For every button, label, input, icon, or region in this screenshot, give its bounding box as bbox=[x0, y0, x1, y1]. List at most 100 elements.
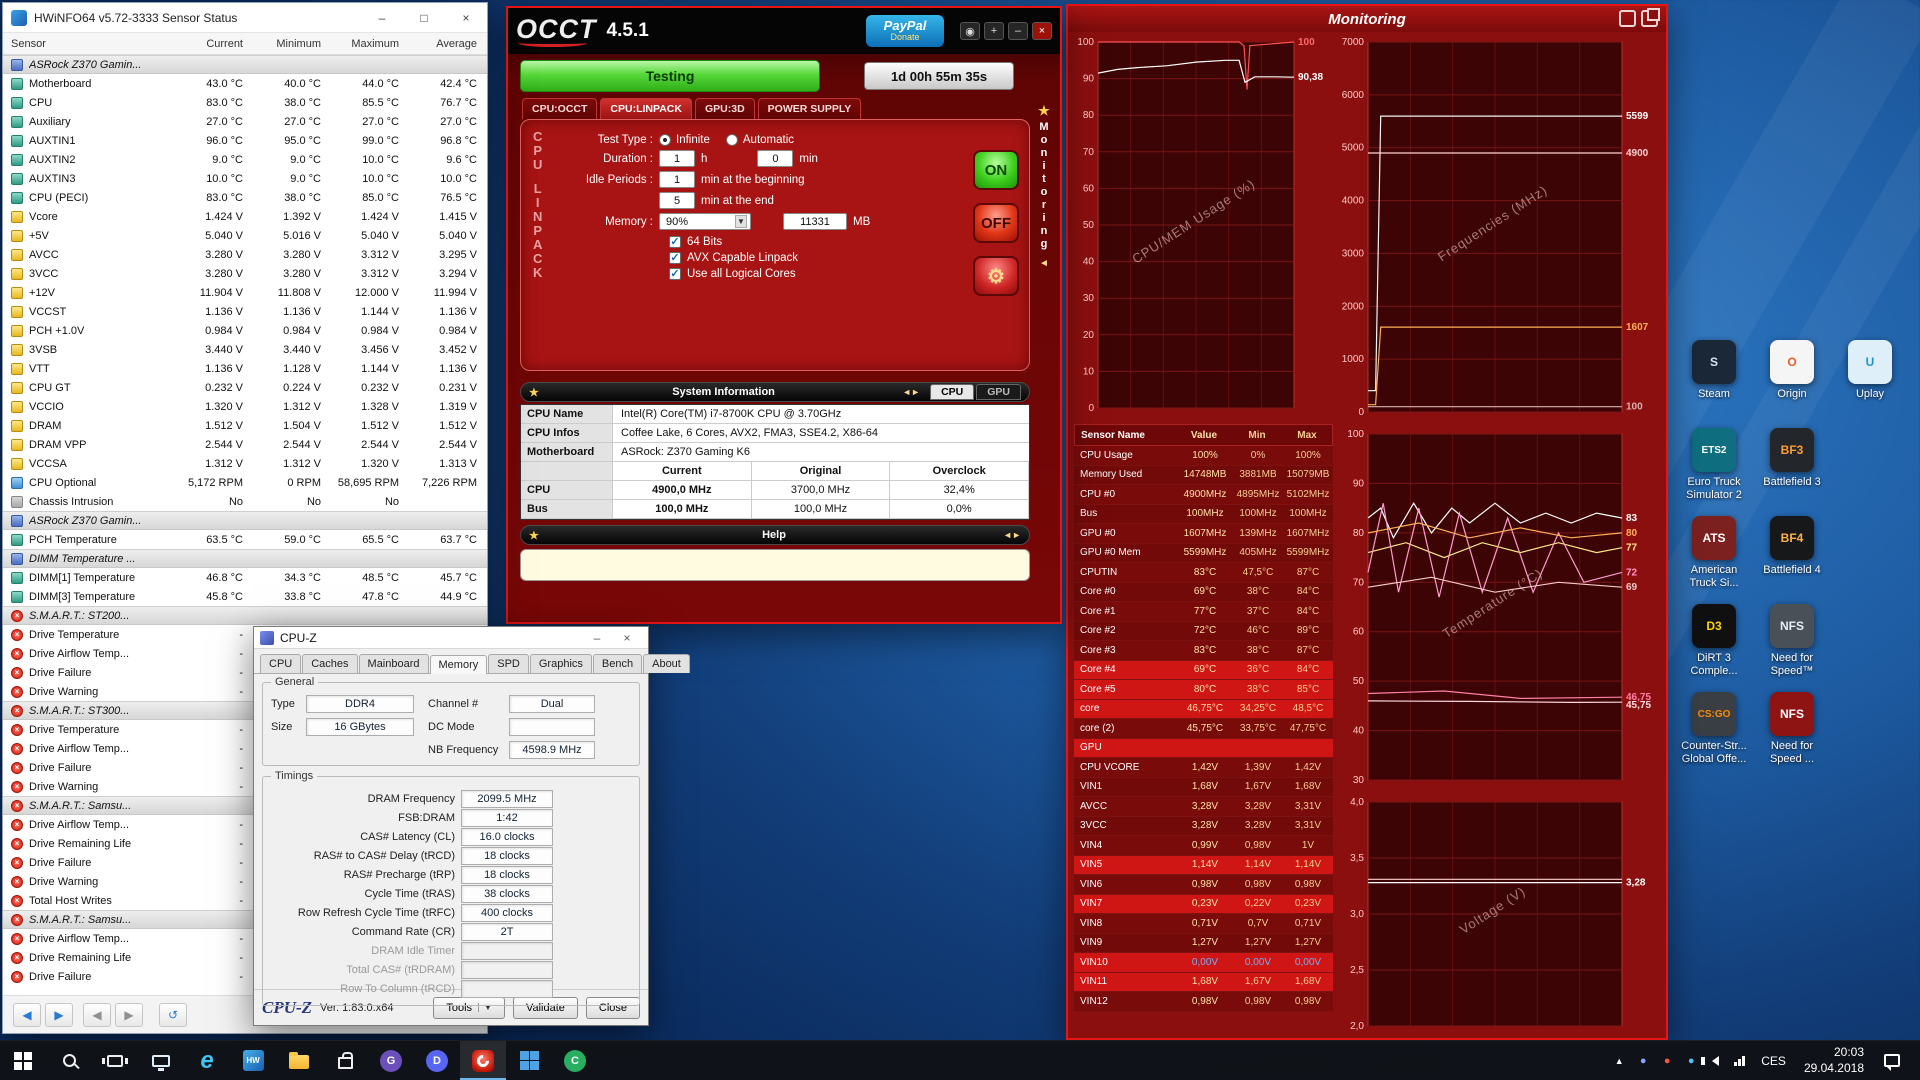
stop-test-button[interactable]: OFF bbox=[973, 203, 1019, 243]
timing-value[interactable]: 2099.5 MHz bbox=[461, 790, 553, 808]
sensor-row-vin4[interactable]: VIN40,99V0,98V1V bbox=[1074, 836, 1333, 856]
sensor-row[interactable]: DRAM VPP2.544 V2.544 V2.544 V2.544 V bbox=[3, 435, 487, 454]
column-header-maximum[interactable]: Maximum bbox=[331, 38, 409, 50]
timing-value[interactable] bbox=[461, 942, 553, 960]
collapse-arrows-icon[interactable]: ◄► bbox=[1003, 530, 1021, 540]
tab-gpu-3d[interactable]: GPU:3D bbox=[695, 98, 755, 119]
sensor-row-core-2[interactable]: core (2)45,75°C33,75°C47,75°C bbox=[1074, 719, 1333, 739]
sensor-row-vin11[interactable]: VIN111,68V1,67V1,68V bbox=[1074, 973, 1333, 993]
timing-value[interactable] bbox=[461, 980, 553, 998]
sensor-row-vin12[interactable]: VIN120,98V0,98V0,98V bbox=[1074, 992, 1333, 1012]
tray-network[interactable] bbox=[1727, 1041, 1751, 1080]
checkbox-64-bits[interactable]: ✓64 Bits bbox=[669, 236, 965, 248]
nav-right-button[interactable]: ▶ bbox=[45, 1003, 73, 1027]
desktop-icon-origin[interactable]: OOrigin bbox=[1754, 340, 1830, 401]
occt-titlebar[interactable]: OCCT 4.5.1 PayPal Donate ◉ + – × bbox=[508, 8, 1060, 54]
hwinfo-minimize-button[interactable]: – bbox=[361, 3, 403, 33]
hidden-icons-chevron[interactable]: ▲ bbox=[1607, 1041, 1631, 1080]
system-information-header[interactable]: ★ System Information ◄► CPUGPU bbox=[520, 382, 1030, 402]
desktop-icon-euro-truck-simulator-2[interactable]: ETS2Euro Truck Simulator 2 bbox=[1676, 428, 1752, 501]
sensor-row-core[interactable]: core46,75°C34,25°C48,5°C bbox=[1074, 700, 1333, 720]
sensor-row-vin8[interactable]: VIN80,71V0,7V0,71V bbox=[1074, 914, 1333, 934]
sensor-row-gpu-0-mem[interactable]: GPU #0 Mem5599MHz405MHz5599MHz bbox=[1074, 544, 1333, 564]
taskbar-occt[interactable] bbox=[460, 1041, 506, 1080]
sensor-row-vin5[interactable]: VIN51,14V1,14V1,14V bbox=[1074, 856, 1333, 876]
taskbar-task-view[interactable] bbox=[92, 1041, 138, 1080]
tab-cpu-occt[interactable]: CPU:OCCT bbox=[522, 98, 597, 119]
sensor-column-min[interactable]: Min bbox=[1232, 430, 1282, 441]
sensor-row[interactable]: 3VCC3.280 V3.280 V3.312 V3.294 V bbox=[3, 264, 487, 283]
sensor-row[interactable]: AVCC3.280 V3.280 V3.312 V3.295 V bbox=[3, 245, 487, 264]
taskbar-edge[interactable]: e bbox=[184, 1041, 230, 1080]
sensor-row[interactable]: +5V5.040 V5.016 V5.040 V5.040 V bbox=[3, 226, 487, 245]
monitoring-titlebar[interactable]: Monitoring bbox=[1068, 6, 1666, 32]
page-left-button[interactable]: ◀ bbox=[83, 1003, 111, 1027]
memory-percent-select[interactable]: 90% ▼ bbox=[659, 213, 751, 230]
cpuz-tab-graphics[interactable]: Graphics bbox=[530, 654, 592, 673]
hwinfo-maximize-button[interactable]: □ bbox=[403, 3, 445, 33]
desktop-icon-american-truck-simulator[interactable]: ATSAmerican Truck Si... bbox=[1676, 516, 1752, 589]
cpuz-tab-about[interactable]: About bbox=[643, 654, 690, 673]
sensor-column-value[interactable]: Value bbox=[1176, 430, 1232, 441]
sensor-row-vin7[interactable]: VIN70,23V0,22V0,23V bbox=[1074, 895, 1333, 915]
taskbar-clock[interactable]: 20:03 29.04.2018 bbox=[1796, 1045, 1872, 1076]
cpuz-tab-bench[interactable]: Bench bbox=[593, 654, 642, 673]
sensor-row-core-3[interactable]: Core #383°C38°C87°C bbox=[1074, 641, 1333, 661]
sensor-row-vin10[interactable]: VIN100,00V0,00V0,00V bbox=[1074, 953, 1333, 973]
sensor-row[interactable]: VCCSA1.312 V1.312 V1.320 V1.313 V bbox=[3, 454, 487, 473]
taskbar-hwinfo[interactable]: HW bbox=[230, 1041, 276, 1080]
cpuz-tab-spd[interactable]: SPD bbox=[488, 654, 529, 673]
sensor-row[interactable]: DRAM1.512 V1.504 V1.512 V1.512 V bbox=[3, 416, 487, 435]
sensor-row[interactable]: Auxiliary27.0 °C27.0 °C27.0 °C27.0 °C bbox=[3, 112, 487, 131]
tab-cpu-linpack[interactable]: CPU:LINPACK bbox=[600, 98, 692, 119]
timing-value[interactable]: 18 clocks bbox=[461, 847, 553, 865]
sensor-row-vin9[interactable]: VIN91,27V1,27V1,27V bbox=[1074, 934, 1333, 954]
idle-end-input[interactable]: 5 bbox=[659, 192, 695, 209]
taskbar-discord[interactable]: D bbox=[414, 1041, 460, 1080]
sensor-row-memory-used[interactable]: Memory Used14748MB3881MB15079MB bbox=[1074, 466, 1333, 486]
reset-values-button[interactable]: ↺ bbox=[159, 1003, 187, 1027]
desktop-icon-csgo[interactable]: CS:GOCounter-Str... Global Offe... bbox=[1676, 692, 1752, 765]
timing-value[interactable]: 38 clocks bbox=[461, 885, 553, 903]
sensor-row-gpu[interactable]: GPU bbox=[1074, 739, 1333, 759]
sensor-row-core-4[interactable]: Core #469°C36°C84°C bbox=[1074, 661, 1333, 681]
taskbar-cpuid[interactable] bbox=[506, 1041, 552, 1080]
desktop-icon-battlefield-3[interactable]: BF3Battlefield 3 bbox=[1754, 428, 1830, 489]
tray-discord[interactable]: ● bbox=[1631, 1041, 1655, 1080]
field-value[interactable]: 16 GBytes bbox=[306, 718, 414, 736]
sensor-group-row[interactable]: ASRock Z370 Gamin... bbox=[3, 55, 487, 74]
cpuz-tab-cpu[interactable]: CPU bbox=[260, 654, 301, 673]
chart-options-icon[interactable] bbox=[1619, 10, 1636, 27]
sensor-row[interactable]: +12V11.904 V11.808 V12.000 V11.994 V bbox=[3, 283, 487, 302]
cpuz-minimize-button[interactable]: – bbox=[582, 631, 612, 645]
taskbar-this-pc[interactable] bbox=[138, 1041, 184, 1080]
cpuz-tab-memory[interactable]: Memory bbox=[430, 655, 488, 674]
tray-volume[interactable] bbox=[1703, 1041, 1727, 1080]
column-header-sensor[interactable]: Sensor bbox=[3, 38, 175, 50]
desktop-icon-need-for-speed[interactable]: NFSNeed for Speed™ bbox=[1754, 604, 1830, 677]
sensor-column-max[interactable]: Max bbox=[1282, 430, 1332, 441]
timing-value[interactable]: 400 clocks bbox=[461, 904, 553, 922]
timing-value[interactable]: 18 clocks bbox=[461, 866, 553, 884]
taskbar-start[interactable] bbox=[0, 1041, 46, 1080]
page-right-button[interactable]: ▶ bbox=[115, 1003, 143, 1027]
field-value[interactable]: Dual bbox=[509, 695, 595, 713]
field-value[interactable] bbox=[509, 718, 595, 736]
sensor-row[interactable]: AUXTIN310.0 °C9.0 °C10.0 °C10.0 °C bbox=[3, 169, 487, 188]
sensor-row-core-5[interactable]: Core #580°C38°C85°C bbox=[1074, 680, 1333, 700]
sensor-row[interactable]: CPU83.0 °C38.0 °C85.5 °C76.7 °C bbox=[3, 93, 487, 112]
desktop-icon-battlefield-4[interactable]: BF4Battlefield 4 bbox=[1754, 516, 1830, 577]
sensor-group-row[interactable]: ASRock Z370 Gamin... bbox=[3, 511, 487, 530]
timing-value[interactable]: 16.0 clocks bbox=[461, 828, 553, 846]
sensor-column-sensor-name[interactable]: Sensor Name bbox=[1075, 430, 1176, 441]
desktop-icon-dirt-3[interactable]: D3DiRT 3 Comple... bbox=[1676, 604, 1752, 677]
move-icon[interactable]: + bbox=[984, 22, 1004, 40]
screenshot-icon[interactable]: ◉ bbox=[960, 22, 980, 40]
sensor-row-vin6[interactable]: VIN60,98V0,98V0,98V bbox=[1074, 875, 1333, 895]
taskbar-store[interactable] bbox=[322, 1041, 368, 1080]
hwinfo-titlebar[interactable]: HWiNFO64 v5.72-3333 Sensor Status – □ × bbox=[3, 3, 487, 33]
sensor-row-cpu-0[interactable]: CPU #04900MHz4895MHz5102MHz bbox=[1074, 485, 1333, 505]
sensor-row[interactable]: PCH Temperature63.5 °C59.0 °C65.5 °C63.7… bbox=[3, 530, 487, 549]
monitoring-side-toggle[interactable]: ★ Monitoring ◄ bbox=[1034, 104, 1054, 270]
taskbar-webcam-app[interactable]: C bbox=[552, 1041, 598, 1080]
